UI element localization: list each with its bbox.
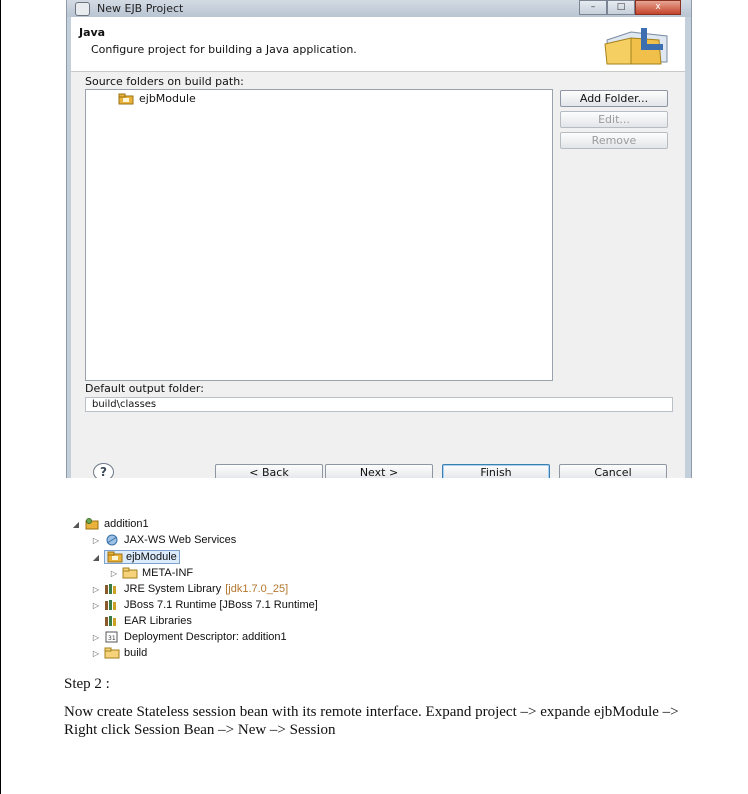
library-icon — [105, 584, 116, 594]
source-folder-item[interactable]: ejbModule — [118, 92, 196, 105]
wizard-page-title: Java — [79, 26, 106, 39]
ejb-project-icon — [85, 518, 99, 530]
page-left-border — [0, 0, 1, 794]
default-output-label: Default output folder: — [85, 382, 204, 395]
tree-node-deploy[interactable]: ▷ 31 Deployment Descriptor: addition1 — [92, 629, 287, 645]
svg-text:31: 31 — [108, 635, 116, 642]
tree-label: build — [124, 647, 148, 659]
tree-label: EAR Libraries — [124, 615, 192, 627]
next-button[interactable]: Next > — [325, 464, 433, 478]
step-heading: Step 2 : — [64, 676, 110, 692]
window-controls: – □ x — [579, 0, 681, 15]
tree-label: Deployment Descriptor: addition1 — [124, 631, 287, 643]
tree-label: JRE System Library — [124, 583, 222, 595]
eclipse-app-icon — [75, 2, 90, 16]
back-button[interactable]: < Back — [215, 464, 323, 478]
tree-node-jre[interactable]: ▷ JRE System Library [jdk1.7.0_25] — [92, 581, 288, 597]
collapse-arrow-icon[interactable]: ▷ — [92, 649, 100, 658]
selected-item[interactable]: ejbModule — [104, 550, 180, 564]
remove-button[interactable]: Remove — [560, 132, 668, 149]
web-services-icon — [106, 534, 118, 546]
dialog-title: New EJB Project — [97, 2, 184, 15]
folder-icon — [104, 647, 120, 659]
close-button[interactable]: x — [635, 0, 681, 15]
collapse-arrow-icon[interactable]: ▷ — [110, 569, 118, 578]
tree-node-jaxws[interactable]: ▷ JAX-WS Web Services — [92, 532, 236, 548]
tree-node-addition1[interactable]: ◢ addition1 — [72, 516, 149, 532]
tree-label: JBoss 7.1 Runtime [JBoss 7.1 Runtime] — [124, 599, 318, 611]
source-folders-label: Source folders on build path: — [85, 75, 244, 88]
tree-node-jboss[interactable]: ▷ JBoss 7.1 Runtime [JBoss 7.1 Runtime] — [92, 597, 318, 613]
cancel-button[interactable]: Cancel — [559, 464, 667, 478]
add-folder-button[interactable]: Add Folder... — [560, 90, 668, 107]
collapse-arrow-icon[interactable]: ▷ — [92, 536, 100, 545]
tree-node-ejbmodule[interactable]: ◢ ejbModule — [92, 549, 180, 565]
source-folder-icon — [118, 93, 134, 104]
new-ejb-project-dialog: New EJB Project – □ x Java Configure pro… — [66, 0, 692, 478]
collapse-arrow-icon[interactable]: ▷ — [92, 585, 100, 594]
source-folder-icon — [107, 551, 123, 563]
edit-button[interactable]: Edit... — [560, 111, 668, 128]
help-icon[interactable]: ? — [93, 463, 114, 478]
expand-arrow-icon[interactable]: ◢ — [72, 520, 80, 529]
tree-label: addition1 — [104, 518, 149, 530]
deployment-descriptor-icon: 31 — [105, 631, 118, 643]
tree-label-suffix: [jdk1.7.0_25] — [225, 583, 289, 595]
minimize-button[interactable]: – — [579, 0, 607, 15]
library-icon — [105, 616, 116, 626]
tree-label: JAX-WS Web Services — [124, 534, 237, 546]
wizard-page-description: Configure project for building a Java ap… — [91, 43, 357, 56]
tree-label: ejbModule — [126, 551, 177, 563]
java-folder-wizard-icon — [604, 28, 668, 65]
expand-arrow-icon[interactable]: ◢ — [92, 553, 100, 562]
wizard-content: Source folders on build path: ejbModule … — [71, 72, 685, 478]
library-icon — [105, 600, 116, 610]
finish-button[interactable]: Finish — [442, 464, 550, 478]
maximize-button[interactable]: □ — [607, 0, 635, 15]
step-instructions: Now create Stateless session bean with i… — [64, 704, 679, 738]
tree-node-ear[interactable]: EAR Libraries — [104, 613, 192, 629]
tree-node-metainf[interactable]: ▷ META-INF — [110, 565, 193, 581]
source-folder-name: ejbModule — [139, 92, 196, 105]
dialog-titlebar: New EJB Project – □ x — [67, 0, 691, 17]
tree-node-build[interactable]: ▷ build — [92, 645, 147, 661]
collapse-arrow-icon[interactable]: ▷ — [92, 601, 100, 610]
folder-icon — [122, 567, 138, 579]
source-folders-tree[interactable]: ejbModule — [85, 89, 553, 381]
default-output-input[interactable]: build\classes — [85, 397, 673, 412]
collapse-arrow-icon[interactable]: ▷ — [92, 633, 100, 642]
wizard-header: Java Configure project for building a Ja… — [71, 17, 685, 72]
tree-label: META-INF — [142, 567, 194, 579]
